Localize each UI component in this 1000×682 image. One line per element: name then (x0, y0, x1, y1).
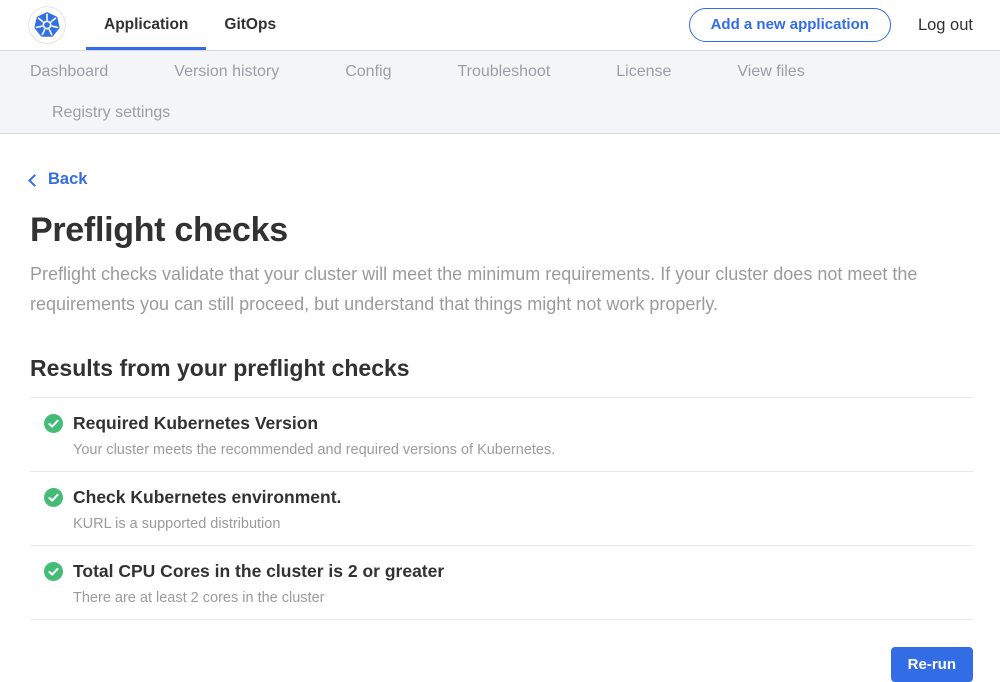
check-row-cpu-cores: Total CPU Cores in the cluster is 2 or g… (30, 546, 973, 620)
subnav-item-dashboard[interactable]: Dashboard (30, 63, 108, 81)
app-sub-nav: Dashboard Version history Config Trouble… (0, 50, 1000, 134)
header-actions: Add a new application Log out (689, 8, 973, 43)
check-pass-icon (44, 414, 63, 433)
check-detail: There are at least 2 cores in the cluste… (73, 590, 444, 606)
header-tabs: Application GitOps (86, 0, 294, 50)
tab-gitops-label: GitOps (224, 16, 276, 34)
check-row-kubernetes-environment: Check Kubernetes environment. KURL is a … (30, 472, 973, 546)
subnav-item-troubleshoot[interactable]: Troubleshoot (457, 63, 550, 81)
check-detail: Your cluster meets the recommended and r… (73, 442, 555, 458)
subnav-row-1: Dashboard Version history Config Trouble… (30, 51, 970, 92)
check-pass-icon (44, 562, 63, 581)
tab-application[interactable]: Application (86, 0, 206, 50)
check-title: Total CPU Cores in the cluster is 2 or g… (73, 561, 444, 582)
subnav-item-registry-settings[interactable]: Registry settings (52, 104, 170, 122)
tab-application-label: Application (104, 16, 188, 34)
subnav-item-version-history[interactable]: Version history (174, 63, 279, 81)
subnav-item-license[interactable]: License (616, 63, 671, 81)
preflight-results-list: Required Kubernetes Version Your cluster… (30, 397, 973, 620)
back-label: Back (48, 170, 87, 189)
footer-actions: Re-run (30, 620, 973, 682)
kubernetes-logo-icon (28, 6, 66, 44)
check-body: Required Kubernetes Version Your cluster… (73, 413, 555, 458)
check-pass-icon (44, 488, 63, 507)
admin-console-page: Application GitOps Add a new application… (0, 0, 1000, 682)
page-title: Preflight checks (30, 211, 973, 250)
check-body: Total CPU Cores in the cluster is 2 or g… (73, 561, 444, 606)
main-content: Back Preflight checks Preflight checks v… (0, 134, 1000, 682)
subnav-row-2: Registry settings (30, 92, 970, 133)
results-heading: Results from your preflight checks (30, 355, 973, 397)
add-new-application-button[interactable]: Add a new application (689, 8, 891, 43)
check-detail: KURL is a supported distribution (73, 516, 341, 532)
logout-link[interactable]: Log out (918, 16, 973, 35)
check-row-kubernetes-version: Required Kubernetes Version Your cluster… (30, 398, 973, 472)
check-title: Check Kubernetes environment. (73, 487, 341, 508)
back-link[interactable]: Back (30, 170, 87, 189)
top-nav: Application GitOps Add a new application… (0, 0, 1000, 50)
chevron-left-icon (28, 174, 41, 187)
rerun-button[interactable]: Re-run (891, 647, 973, 682)
subnav-item-view-files[interactable]: View files (737, 63, 804, 81)
check-title: Required Kubernetes Version (73, 413, 555, 434)
tab-gitops[interactable]: GitOps (206, 0, 294, 50)
check-body: Check Kubernetes environment. KURL is a … (73, 487, 341, 532)
subnav-item-config[interactable]: Config (345, 63, 391, 81)
page-description: Preflight checks validate that your clus… (30, 259, 973, 319)
